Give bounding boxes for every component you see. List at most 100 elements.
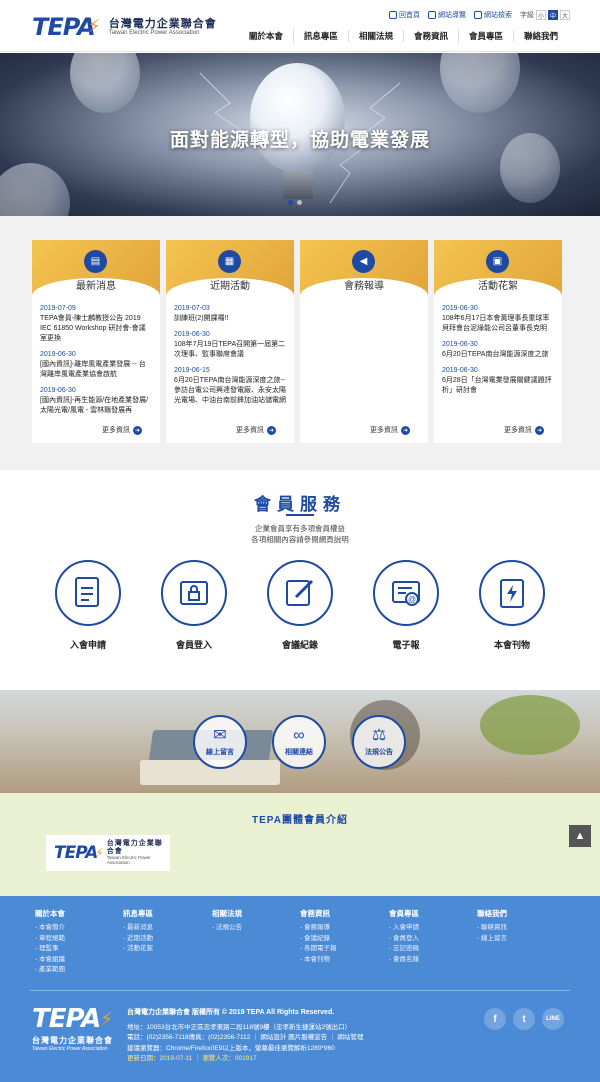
nav-news[interactable]: 訊息專區 [292,30,348,42]
news-item[interactable]: 2019-06-30 6月28日「台灣電業發展關鍵議題評析」研討會 [442,366,554,396]
item-text[interactable]: 108年6月17日本會黃理事長重球率貝拜會台泥綠能公司呂董事長克明 [442,314,554,334]
footer-link[interactable]: - 活動花絮 [123,944,153,955]
news-section: ▤ 最新消息 2019-07-09 TEPA會員-陳士麟教授公告 2019 IEC… [0,216,600,470]
facebook-icon[interactable]: f [484,1008,506,1030]
link-icon: ∞ [293,727,305,744]
footer-link[interactable]: - 會議紀錄 [300,934,336,945]
news-card-gallery: ▣ 活動花絮 2019-06-30 108年6月17日本會黃理事長重球率貝拜會台泥… [434,240,562,443]
line-icon[interactable]: LINE [542,1008,564,1030]
service-login[interactable]: 會員登入 [160,560,228,651]
card-title: 活動花絮 [478,281,518,292]
item-text[interactable]: 108年7月19日TEPA召開第一屆第二次理事、監事聯席會議 [174,340,286,360]
footer-info: 台灣電力企業聯合會 版權所有 © 2019 TEPA All Rights Re… [127,1008,363,1065]
related-links-link[interactable]: ∞ 相關連結 [272,715,326,769]
news-item[interactable]: 2019-07-03 訓練班(2)開課囉!! [174,304,286,324]
footer-link[interactable]: - 法規公告 [212,923,242,934]
footer-link[interactable]: - 本會簡介 [35,923,65,934]
item-date: 2019-06-30 [442,367,478,374]
item-text[interactable]: [國內資訊]-離岸風電產業發展 -- 台灣離岸風電產業協會啟航 [40,360,152,380]
news-item[interactable]: 2019-07-09 TEPA會員-陳士麟教授公告 2019 IEC 61850 … [40,304,152,344]
back-to-top-button[interactable]: ▲ [569,825,591,847]
site-logo[interactable]: TEPA ⚡ 台灣電力企業聯合會 Taiwan Electric Power A… [32,12,217,42]
item-text[interactable]: [國內資訊]-再生能源/在地產業發展/太陽光電/風電 - 雲林縣發展再 [40,396,152,416]
footer-column-title[interactable]: 關於本會 [35,908,65,919]
footer-link[interactable]: - 本會刊物 [300,955,336,966]
home-link-label: 回首頁 [399,12,420,19]
search-icon [474,11,482,19]
more-button[interactable]: 更多資訊 ➜ [233,425,276,435]
home-link[interactable]: 回首頁 [389,10,420,20]
footer-link[interactable]: - 本會組織 [35,955,65,966]
more-button[interactable]: 更多資訊 ➜ [367,425,410,435]
footer-link[interactable]: - 聯絡資訊 [477,923,507,934]
more-button[interactable]: 更多資訊 ➜ [99,425,142,435]
footer-link[interactable]: - 章程規範 [35,934,65,945]
item-date: 2019-06-30 [40,351,76,358]
footer-column-title[interactable]: 聯絡我們 [477,908,507,919]
item-text[interactable]: 6月20日TEPA南台灣能源深度之旅 [442,350,554,360]
update-visitor-count: 更新日期：2019-07-11 ｜ 瀏覽人次：001917 [127,1055,257,1062]
more-label: 更多資訊 [504,427,532,434]
logo-chinese-name: 台灣電力企業聯合會 [32,1036,113,1045]
footer-link[interactable]: - 各期電子報 [300,944,336,955]
member-services-section: 會員服務 企業會員享有多項會員權益 各項相關內容請參閱網頁說明 入會申請 會員登… [0,470,600,690]
font-size-small-button[interactable]: 小 [536,10,546,20]
member-logo-tepa[interactable]: TEPA ⚡ 台灣電力企業聯合會 Taiwan Electric Power A… [46,835,170,871]
footer-link[interactable]: - 會員登入 [389,934,419,945]
item-text[interactable]: 6月28日「台灣電業發展關鍵議題評析」研討會 [442,376,554,396]
news-item[interactable]: 2019-06-30 108年6月17日本會黃理事長重球率貝拜會台泥綠能公司呂董事… [442,304,554,334]
more-button[interactable]: 更多資訊 ➜ [501,425,544,435]
item-text[interactable]: 訓練班(2)開課囉!! [174,314,286,324]
footer-link[interactable]: - 忘記密碼 [389,944,419,955]
carousel-dot[interactable] [288,200,293,205]
nav-about[interactable]: 關於本會 [239,30,293,42]
footer-column-title[interactable]: 會員專區 [389,908,419,919]
section-title: TEPA團體會員介紹 [252,815,348,826]
carousel-dots [288,200,302,205]
regulation-announcement-link[interactable]: ⚖ 法規公告 [352,715,406,769]
footer-link[interactable]: - 最新消息 [123,923,153,934]
twitter-icon[interactable]: t [513,1008,535,1030]
edit-notes-icon [286,579,314,606]
font-size-large-button[interactable]: 大 [560,10,570,20]
news-item[interactable]: 2019-06-15 6月20日TEPA南台灣能源深度之旅-- 參訪台電公司興達發… [174,366,286,406]
news-card-reports: ◀ 會務報導 更多資訊 ➜ [300,240,428,443]
item-text[interactable]: TEPA會員-陳士麟教授公告 2019 IEC 61850 Workshop 研… [40,314,152,344]
item-date: 2019-06-30 [40,387,76,394]
footer-link[interactable]: - 近期活動 [123,934,153,945]
online-message-link[interactable]: ✉ 線上留言 [193,715,247,769]
service-publications[interactable]: 本會刊物 [478,560,546,651]
carousel-dot[interactable] [297,200,302,205]
footer-column-title[interactable]: 訊息專區 [123,908,153,919]
footer-link[interactable]: - 線上留言 [477,934,507,945]
nav-regulations[interactable]: 相關法規 [347,30,403,42]
nav-affairs[interactable]: 會務資訊 [402,30,458,42]
service-label: 會員登入 [175,640,212,650]
footer-link[interactable]: - 入會申請 [389,923,419,934]
footer-link[interactable]: - 會務報導 [300,923,336,934]
news-item[interactable]: 2019-06-30 108年7月19日TEPA召開第一屆第二次理事、監事聯席會議 [174,330,286,360]
service-minutes[interactable]: 會議紀錄 [266,560,334,651]
news-item[interactable]: 2019-06-30 [國內資訊]-再生能源/在地產業發展/太陽光電/風電 - 雲… [40,386,152,416]
footer-column-title[interactable]: 會務資訊 [300,908,336,919]
service-newsletter[interactable]: @ 電子報 [372,560,440,651]
sitemap-link-label: 網站導覽 [438,12,466,19]
font-size-medium-button[interactable]: 中 [548,10,558,20]
footer-link[interactable]: - 產業範圍 [35,965,65,976]
footer-link[interactable]: - 理監事 [35,944,65,955]
news-item[interactable]: 2019-06-30 6月20日TEPA南台灣能源深度之旅 [442,340,554,360]
site-search-link[interactable]: 網站檢索 [474,10,512,20]
utility-links: 回首頁 網站導覽 網站檢索 字級 小 中 大 [389,10,570,20]
nav-contact[interactable]: 聯絡我們 [512,30,568,42]
hero-title: 面對能源轉型，協助電業發展 [169,130,430,151]
footer-column-title[interactable]: 相關法規 [212,908,242,919]
section-subtitle: 企業會員享有多項會員權益 [255,524,345,533]
service-application[interactable]: 入會申請 [54,560,122,651]
footer-link[interactable]: - 會員名錄 [389,955,419,966]
item-date: 2019-06-15 [174,367,210,374]
sitemap-link[interactable]: 網站導覽 [428,10,466,20]
nav-members[interactable]: 會員專區 [457,30,513,42]
item-text[interactable]: 6月20日TEPA南台灣能源深度之旅-- 參訪台電公司興達發電廠、永安太陽光電場… [174,376,286,406]
arrow-right-icon: ➜ [267,425,276,435]
news-item[interactable]: 2019-06-30 [國內資訊]-離岸風電產業發展 -- 台灣離岸風電產業協會啟… [40,350,152,380]
